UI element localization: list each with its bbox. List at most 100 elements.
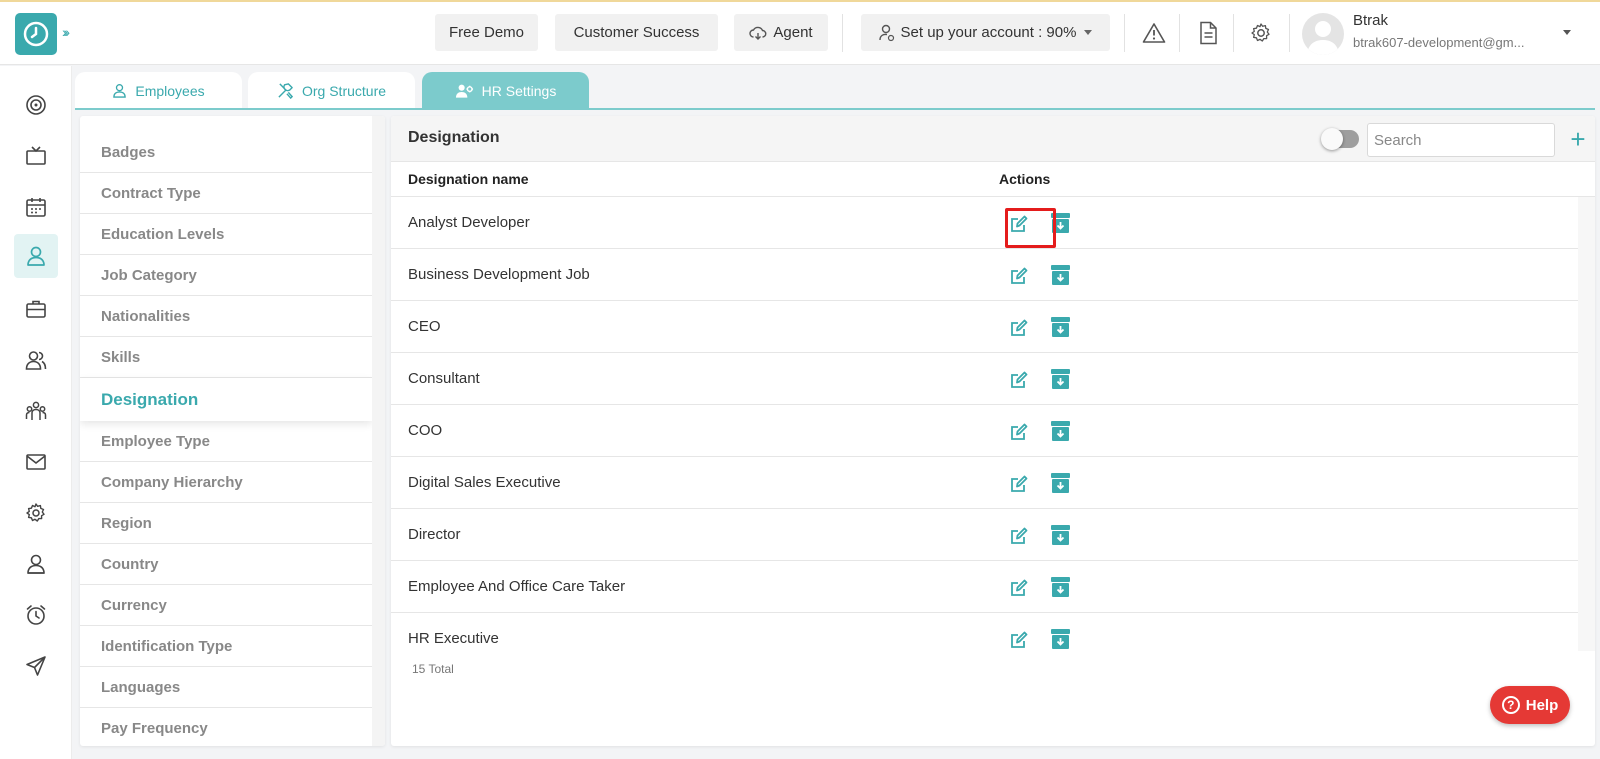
settings-item-badges[interactable]: Badges	[80, 132, 372, 173]
agent-button[interactable]: Agent	[734, 14, 828, 51]
search-input[interactable]	[1367, 123, 1555, 157]
table-row: HR Executive	[391, 613, 1578, 651]
edit-icon[interactable]	[1009, 266, 1029, 286]
left-nav	[0, 66, 72, 759]
tab-org-structure[interactable]: Org Structure	[248, 72, 415, 109]
table-scrollbar[interactable]	[1578, 197, 1595, 651]
settings-item-region[interactable]: Region	[80, 503, 372, 544]
alarm-clock-icon	[26, 605, 46, 625]
designation-name: Director	[408, 526, 461, 543]
designation-name: Employee And Office Care Taker	[408, 578, 626, 595]
edit-icon[interactable]	[1009, 422, 1029, 442]
target-icon	[26, 95, 46, 115]
tab-employees-label: Employees	[135, 82, 205, 99]
edit-icon[interactable]	[1009, 578, 1029, 598]
expand-nav-icon[interactable]: ›››	[62, 24, 70, 40]
archive-icon[interactable]	[1050, 576, 1071, 598]
settings-item-skills[interactable]: Skills	[80, 337, 372, 378]
help-button[interactable]: ? Help	[1490, 686, 1570, 724]
tab-org-structure-label: Org Structure	[301, 82, 387, 99]
designation-name: CEO	[408, 318, 441, 335]
designation-name: Digital Sales Executive	[408, 474, 561, 491]
archive-icon[interactable]	[1050, 628, 1071, 650]
customer-success-button[interactable]: Customer Success	[555, 14, 718, 51]
settings-gear-icon[interactable]	[1248, 20, 1274, 46]
tab-underline	[75, 108, 1595, 110]
settings-scrollbar[interactable]	[372, 116, 385, 746]
edit-icon[interactable]	[1009, 318, 1029, 338]
tab-employees[interactable]: Employees	[75, 72, 242, 109]
setup-account-dropdown[interactable]: Set up your account : 90%	[861, 14, 1110, 51]
nav-alarm[interactable]	[14, 593, 58, 637]
archive-icon[interactable]	[1050, 524, 1071, 546]
free-demo-button[interactable]: Free Demo	[435, 14, 538, 51]
caret-down-icon	[1084, 30, 1093, 35]
highlight-box	[1005, 208, 1056, 248]
nav-settings[interactable]	[14, 491, 58, 535]
settings-item-employee-type[interactable]: Employee Type	[80, 421, 372, 462]
settings-item-nationalities[interactable]: Nationalities	[80, 296, 372, 337]
warning-icon[interactable]	[1141, 20, 1167, 46]
user-icon	[113, 84, 127, 98]
divider	[1124, 14, 1125, 52]
setup-account-label: Set up your account : 90%	[900, 24, 1077, 41]
designation-name: Consultant	[408, 370, 480, 387]
document-icon[interactable]	[1195, 20, 1221, 46]
free-demo-label: Free Demo	[448, 24, 525, 41]
archive-icon[interactable]	[1050, 264, 1071, 286]
archived-toggle[interactable]	[1321, 128, 1359, 150]
designation-name: COO	[408, 422, 443, 439]
edit-icon[interactable]	[1009, 630, 1029, 650]
clock-logo-icon	[23, 21, 49, 47]
settings-item-company-hierarchy[interactable]: Company Hierarchy	[80, 462, 372, 503]
avatar[interactable]	[1302, 13, 1344, 55]
settings-item-contract-type[interactable]: Contract Type	[80, 173, 372, 214]
app-logo[interactable]	[15, 13, 57, 55]
settings-item-education-levels[interactable]: Education Levels	[80, 214, 372, 255]
edit-icon[interactable]	[1009, 370, 1029, 390]
archive-icon[interactable]	[1050, 472, 1071, 494]
briefcase-icon	[26, 300, 46, 318]
archive-icon[interactable]	[1050, 316, 1071, 338]
edit-icon[interactable]	[1009, 526, 1029, 546]
designation-panel: Designation + Designation name Actions A…	[391, 116, 1595, 746]
gear-icon	[26, 503, 45, 522]
nav-briefcase[interactable]	[14, 287, 58, 331]
nav-tv[interactable]	[14, 134, 58, 178]
designation-name: Business Development Job	[408, 266, 590, 283]
tools-icon	[278, 83, 294, 99]
nav-team[interactable]	[14, 338, 58, 382]
tab-hr-settings-label: HR Settings	[481, 82, 557, 99]
add-designation-button[interactable]: +	[1565, 124, 1591, 154]
user-menu-caret-icon[interactable]	[1563, 30, 1571, 35]
question-icon: ?	[1501, 696, 1520, 714]
nav-profile[interactable]	[14, 542, 58, 586]
nav-send[interactable]	[14, 644, 58, 688]
calendar-icon	[26, 198, 46, 217]
settings-item-designation[interactable]: Designation	[80, 378, 372, 421]
user-icon	[27, 246, 45, 266]
hr-settings-list: Badges Contract Type Education Levels Jo…	[80, 116, 385, 746]
panel-title: Designation	[408, 129, 500, 146]
tab-hr-settings[interactable]: HR Settings	[422, 72, 589, 109]
nav-employees[interactable]	[14, 234, 58, 278]
table-row: Director	[391, 509, 1578, 561]
nav-mail[interactable]	[14, 440, 58, 484]
settings-item-job-category[interactable]: Job Category	[80, 255, 372, 296]
archive-icon[interactable]	[1050, 368, 1071, 390]
nav-dashboard[interactable]	[14, 83, 58, 127]
nav-calendar[interactable]	[14, 185, 58, 229]
settings-item-identification-type[interactable]: Identification Type	[80, 626, 372, 667]
settings-item-currency[interactable]: Currency	[80, 585, 372, 626]
archive-icon[interactable]	[1050, 420, 1071, 442]
users-icon	[25, 351, 47, 370]
settings-item-languages[interactable]: Languages	[80, 667, 372, 708]
group-icon	[25, 401, 47, 420]
users-gear-icon	[455, 84, 473, 98]
designation-table: Analyst Developer Business Development J…	[391, 197, 1578, 651]
edit-icon[interactable]	[1009, 474, 1029, 494]
settings-item-country[interactable]: Country	[80, 544, 372, 585]
nav-org[interactable]	[14, 389, 58, 433]
settings-item-pay-frequency[interactable]: Pay Frequency	[80, 708, 372, 746]
table-row: Employee And Office Care Taker	[391, 561, 1578, 613]
